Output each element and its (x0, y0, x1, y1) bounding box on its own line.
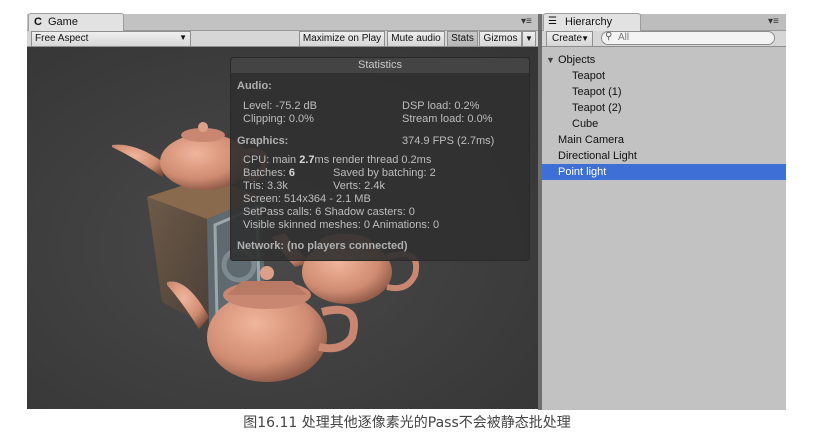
fps-readout: 374.9 FPS (2.7ms) (402, 135, 495, 147)
hierarchy-search-input[interactable]: ⚲ All (601, 31, 775, 45)
statistics-title: Statistics (231, 58, 529, 73)
hierarchy-item-label: Directional Light (558, 150, 637, 162)
dropdown-caret-icon: ▼ (179, 33, 187, 42)
hierarchy-item-teapot[interactable]: Teapot (542, 68, 786, 84)
hierarchy-item-label: Teapot (1) (572, 86, 622, 98)
setpass-shadow-info: SetPass calls: 6 Shadow casters: 0 (243, 206, 415, 218)
create-button[interactable]: Create ▼ (546, 31, 593, 47)
hierarchy-item-label: Main Camera (558, 134, 625, 146)
stream-load: Stream load: 0.0% (402, 113, 493, 125)
cpu-time: CPU: main 2.7ms render thread 0.2ms (243, 154, 431, 166)
create-button-label: Create (552, 33, 583, 44)
create-caret-icon: ▼ (581, 34, 589, 43)
cpu-main-value: 2.7 (299, 154, 315, 166)
hierarchy-item-point-light[interactable]: Point light (542, 164, 786, 180)
skinned-animations-info: Visible skinned meshes: 0 Animations: 0 (243, 219, 440, 231)
hierarchy-item-cube[interactable]: Cube (542, 116, 786, 132)
hierarchy-item-main-camera[interactable]: Main Camera (542, 132, 786, 148)
figure-caption: 图16.11 处理其他逐像素光的Pass不会被静态批处理 (243, 415, 571, 431)
batches: Batches: 6 (243, 167, 295, 179)
gizmos-dropdown-caret-icon[interactable]: ▼ (522, 31, 536, 47)
hierarchy-item-label: Point light (558, 166, 607, 178)
saved-by-batching: Saved by batching: 2 (333, 167, 436, 179)
game-panel-menu-icon[interactable]: ▾≡ (521, 16, 532, 27)
aspect-dropdown-label: Free Aspect (35, 33, 89, 44)
gizmos-button[interactable]: Gizmos (479, 31, 522, 47)
search-icon: ⚲ (605, 31, 613, 42)
batches-prefix: Batches: (243, 167, 289, 179)
hierarchy-item-objects[interactable]: ▼ Objects (542, 52, 786, 68)
batches-value: 6 (288, 167, 295, 179)
dsp-load: DSP load: 0.2% (402, 100, 480, 112)
hierarchy-item-label: Objects (558, 54, 596, 66)
hierarchy-item-directional-light[interactable]: Directional Light (542, 148, 786, 164)
stats-button[interactable]: Stats (447, 31, 478, 47)
tris-count: Tris: 3.3k (243, 180, 288, 192)
search-placeholder: All (618, 32, 630, 43)
audio-level: Level: -75.2 dB (243, 100, 317, 112)
cpu-suffix: ms render thread 0.2ms (314, 154, 432, 166)
hierarchy-item-label: Cube (572, 118, 599, 130)
hierarchy-item-label: Teapot (572, 70, 606, 82)
hierarchy-item-label: Teapot (2) (572, 102, 622, 114)
verts-count: Verts: 2.4k (333, 180, 385, 192)
audio-clipping: Clipping: 0.0% (243, 113, 314, 125)
tab-game-label: Game (48, 16, 78, 28)
unity-game-icon: C (34, 16, 42, 28)
tab-game[interactable]: C Game (28, 13, 124, 31)
graphics-header: Graphics: (237, 135, 289, 147)
maximize-on-play-button[interactable]: Maximize on Play (299, 31, 385, 47)
hierarchy-item-teapot-1[interactable]: Teapot (1) (542, 84, 786, 100)
network-status: Network: (no players connected) (237, 240, 408, 252)
audio-header: Audio: (237, 80, 272, 92)
mute-audio-button[interactable]: Mute audio (387, 31, 445, 47)
hierarchy-panel-menu-icon[interactable]: ▾≡ (768, 16, 779, 27)
expand-arrow-icon[interactable]: ▼ (546, 52, 555, 68)
screen-info: Screen: 514x364 - 2.1 MB (243, 193, 371, 205)
tab-hierarchy[interactable]: ☰ Hierarchy (543, 13, 641, 31)
statistics-overlay: Statistics Audio: Level: -75.2 dB DSP lo… (230, 57, 530, 261)
cpu-prefix: CPU: main (243, 154, 300, 166)
hierarchy-item-teapot-2[interactable]: Teapot (2) (542, 100, 786, 116)
aspect-dropdown[interactable]: Free Aspect ▼ (31, 31, 191, 47)
tab-hierarchy-label: Hierarchy (565, 16, 613, 28)
hierarchy-icon: ☰ (548, 16, 557, 27)
